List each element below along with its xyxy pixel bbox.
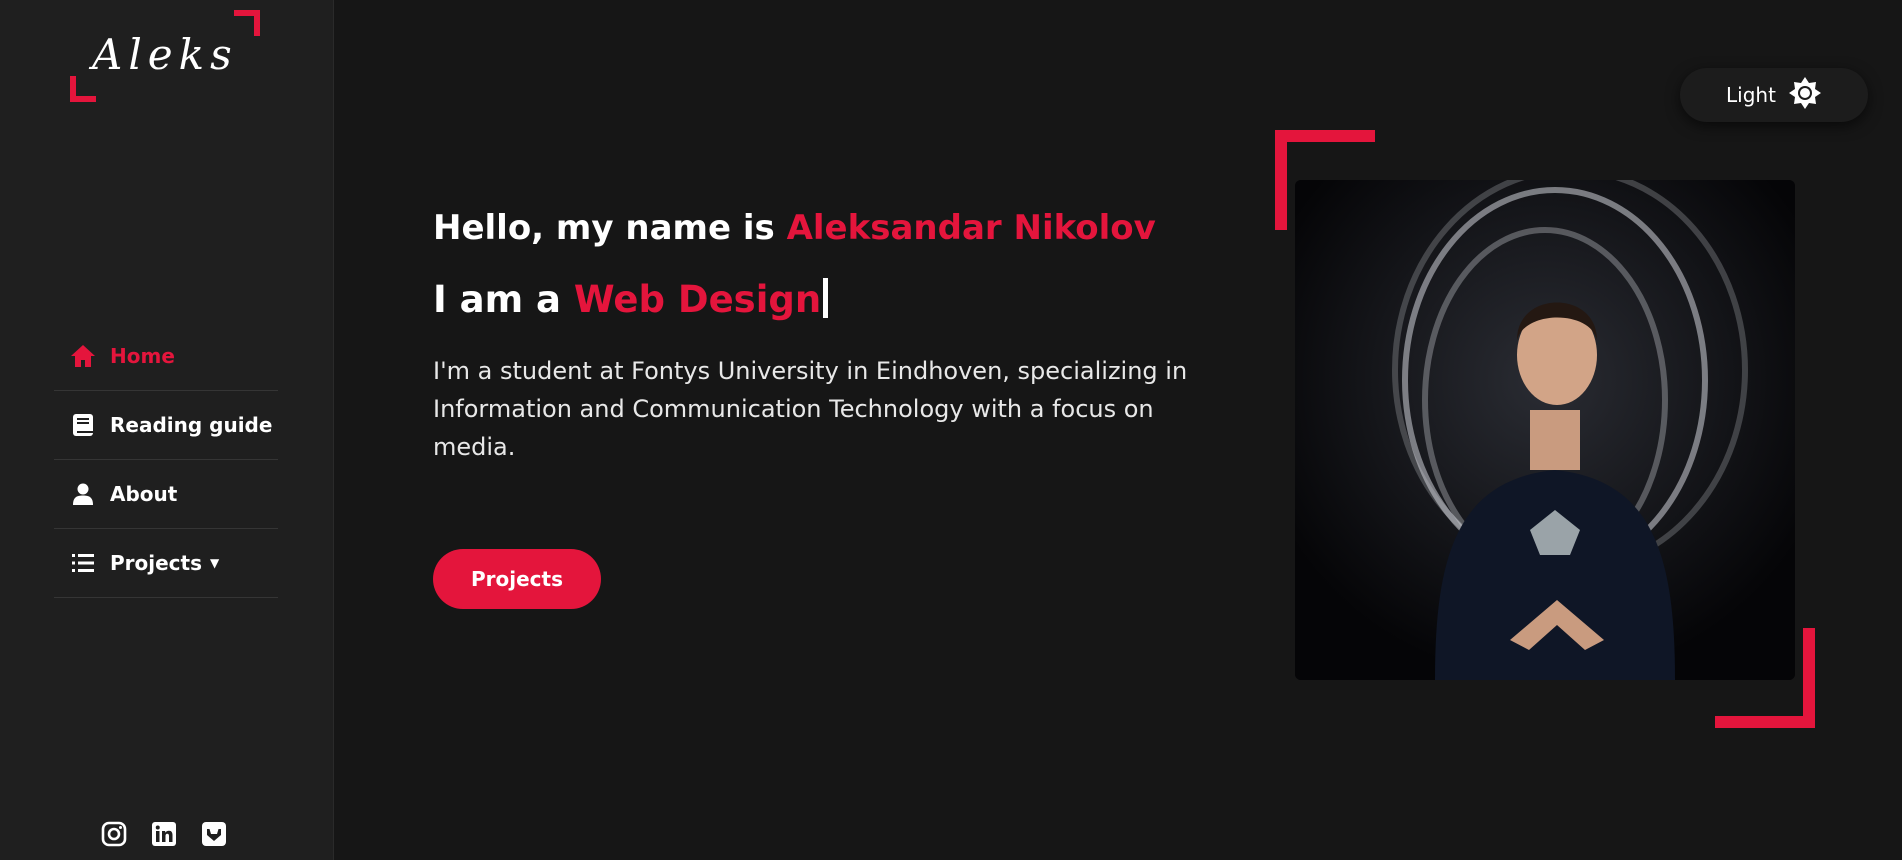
role-prefix: I am a — [433, 278, 574, 321]
instagram-icon[interactable] — [100, 820, 128, 848]
typing-cursor — [823, 278, 829, 318]
sidebar-item-label: About — [110, 482, 178, 506]
sidebar-item-about[interactable]: About — [54, 460, 278, 529]
theme-toggle-label: Light — [1726, 83, 1776, 107]
logo-corner-bottom-left — [70, 76, 96, 102]
profile-photo-frame — [1275, 130, 1815, 728]
profile-photo — [1295, 180, 1795, 680]
home-icon — [70, 343, 96, 369]
sidebar-nav: Home Reading guide About Projects ▼ — [54, 322, 278, 598]
name-highlight: Aleksandar Nikolov — [786, 208, 1156, 248]
sun-icon — [1788, 76, 1822, 114]
gitlab-icon[interactable] — [200, 820, 228, 848]
chevron-down-icon: ▼ — [210, 556, 220, 570]
list-icon — [70, 550, 96, 576]
role-highlight: Web Design — [573, 278, 822, 321]
hero-section: Hello, my name is Aleksandar Nikolov I a… — [433, 200, 1233, 609]
app: Aleks Home Reading guide About Projects … — [0, 0, 1902, 860]
greeting-heading: Hello, my name is Aleksandar Nikolov — [433, 200, 1233, 256]
sidebar-item-label: Reading guide — [110, 413, 273, 437]
sidebar: Aleks Home Reading guide About Projects … — [0, 0, 334, 860]
logo[interactable]: Aleks — [70, 10, 260, 102]
sidebar-item-label: Projects — [110, 551, 203, 575]
sidebar-item-projects[interactable]: Projects ▼ — [54, 529, 278, 598]
greeting-prefix: Hello, my name is — [433, 208, 787, 248]
sidebar-item-home[interactable]: Home — [54, 322, 278, 391]
book-icon — [70, 412, 96, 438]
sidebar-item-reading-guide[interactable]: Reading guide — [54, 391, 278, 460]
linkedin-icon[interactable] — [150, 820, 178, 848]
user-icon — [70, 481, 96, 507]
logo-text: Aleks — [92, 30, 238, 79]
intro-text: I'm a student at Fontys University in Ei… — [433, 357, 1188, 461]
theme-toggle[interactable]: Light — [1680, 68, 1868, 122]
projects-button[interactable]: Projects — [433, 549, 601, 609]
social-links — [100, 820, 228, 848]
sidebar-item-label: Home — [110, 344, 175, 368]
role-heading: I am a Web Design — [433, 270, 1233, 330]
